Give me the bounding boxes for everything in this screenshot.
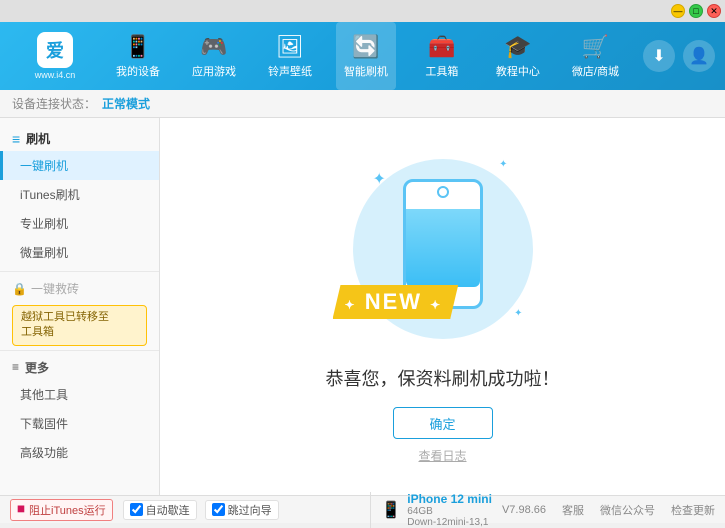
sidebar-item-advanced[interactable]: 高级功能 [0,438,159,467]
tutorial-icon: 🎓 [504,34,531,60]
minimize-button[interactable]: — [671,4,685,18]
success-illustration: ✦ ✦ ✦ ✦ NEW ✦ [343,149,543,349]
check-update-link[interactable]: 检查更新 [671,502,715,518]
itunes-icon: ⏹ [17,501,25,519]
status-bar: 设备连接状态： 正常模式 [0,90,725,118]
more-section-header: ≡ 更多 [0,355,159,380]
skip-wizard-checkbox-label[interactable]: 跳过向导 [205,500,279,520]
checkbox-area: 自动歇连 跳过向导 [123,500,361,520]
device-name: iPhone 12 mini [407,492,492,506]
sparkle-2: ✦ [499,159,507,170]
show-log-link[interactable]: 查看日志 [418,447,466,464]
sidebar-item-itunes-flash[interactable]: iTunes刷机 [0,180,159,209]
success-text: 恭喜您，保资料刷机成功啦！ [326,365,560,391]
nav-ringtone-wallpaper[interactable]: 🖼 铃声壁纸 [260,22,320,90]
header: 爱 www.i4.cn 📱 我的设备 🎮 应用游戏 🖼 铃声壁纸 🔄 智能刷机 … [0,22,725,90]
device-info: 📱 iPhone 12 mini 64GB Down-12mini-13,1 [370,492,492,528]
nav-tutorial[interactable]: 🎓 教程中心 [488,22,548,90]
sidebar-divider [0,271,159,272]
sparkle-1: ✦ [373,169,386,189]
flash-section-icon: ≡ [12,131,20,147]
status-label: 设备连接状态： [12,95,96,112]
nav-weidian[interactable]: 🛒 微店/商城 [564,22,627,90]
bottom-bar: ⏹ 阻止iTunes运行 自动歇连 跳过向导 📱 iPhone 12 mini … [0,495,725,523]
sidebar-item-download-firmware[interactable]: 下载固件 [0,409,159,438]
skip-wizard-checkbox[interactable] [212,503,225,516]
logo-icon: 爱 [37,32,73,68]
sparkle-3: ✦ [514,308,522,319]
device-icon: 📱 [381,500,401,520]
auto-connect-checkbox[interactable] [130,503,143,516]
shop-icon: 🛒 [582,34,609,60]
main-container: ≡ 刷机 一键刷机 iTunes刷机 专业刷机 微量刷机 🔒 一键救砖 越狱工具… [0,118,725,495]
maximize-button[interactable]: □ [689,4,703,18]
nav-my-device[interactable]: 📱 我的设备 [108,22,168,90]
customer-service-link[interactable]: 客服 [562,502,584,518]
device-model: Down-12mini-13,1 [407,517,492,528]
more-icon: ≡ [12,360,19,374]
nav-toolbox[interactable]: 🧰 工具箱 [412,22,472,90]
games-icon: 🎮 [200,34,227,60]
sidebar-item-pro-flash[interactable]: 专业刷机 [0,209,159,238]
header-right: ⬇ 👤 [643,40,715,72]
itunes-stop-label: 阻止iTunes运行 [29,502,106,518]
close-button[interactable]: ✕ [707,4,721,18]
bottom-right: V7.98.66 客服 微信公众号 检查更新 [502,502,715,518]
wallpaper-icon: 🖼 [276,34,304,60]
wechat-official-link[interactable]: 微信公众号 [600,502,655,518]
phone-screen [406,209,480,287]
new-star-right: ✦ [430,298,442,312]
sidebar-item-other-tools[interactable]: 其他工具 [0,380,159,409]
nav-smart-flash[interactable]: 🔄 智能刷机 [336,22,396,90]
version-text: V7.98.66 [502,504,546,516]
new-badge-text: NEW [365,289,422,314]
user-button[interactable]: 👤 [683,40,715,72]
phone-speaker [437,186,449,198]
new-banner: ✦ NEW ✦ [333,285,459,319]
logo-area: 爱 www.i4.cn [10,32,100,80]
itunes-stop-area: ⏹ 阻止iTunes运行 [10,499,113,521]
phone-icon: 📱 [124,34,151,60]
nav-bar: 📱 我的设备 🎮 应用游戏 🖼 铃声壁纸 🔄 智能刷机 🧰 工具箱 🎓 教程中心… [100,22,635,90]
flash-section-header: ≡ 刷机 [0,126,159,151]
confirm-button[interactable]: 确定 [393,407,493,439]
flash-icon: 🔄 [352,34,379,60]
toolbox-icon: 🧰 [428,34,455,60]
sidebar-divider2 [0,350,159,351]
nav-apps-games[interactable]: 🎮 应用游戏 [184,22,244,90]
sidebar-item-one-click-flash[interactable]: 一键刷机 [0,151,159,180]
one-click-rescue-header: 🔒 一键救砖 [0,276,159,301]
new-star-left: ✦ [345,298,357,312]
sidebar-item-fix-flash[interactable]: 微量刷机 [0,238,159,267]
device-storage: 64GB [407,506,492,517]
download-button[interactable]: ⬇ [643,40,675,72]
device-details: iPhone 12 mini 64GB Down-12mini-13,1 [407,492,492,528]
auto-connect-checkbox-label[interactable]: 自动歇连 [123,500,197,520]
main-content: ✦ ✦ ✦ ✦ NEW ✦ 恭喜您，保资料刷机成功啦！ 确定 查看日志 [160,118,725,495]
sidebar-notice: 越狱工具已转移至 工具箱 [12,305,147,346]
logo-website: www.i4.cn [35,70,76,80]
status-value: 正常模式 [102,95,150,112]
titlebar: — □ ✕ [0,0,725,22]
sidebar: ≡ 刷机 一键刷机 iTunes刷机 专业刷机 微量刷机 🔒 一键救砖 越狱工具… [0,118,160,495]
